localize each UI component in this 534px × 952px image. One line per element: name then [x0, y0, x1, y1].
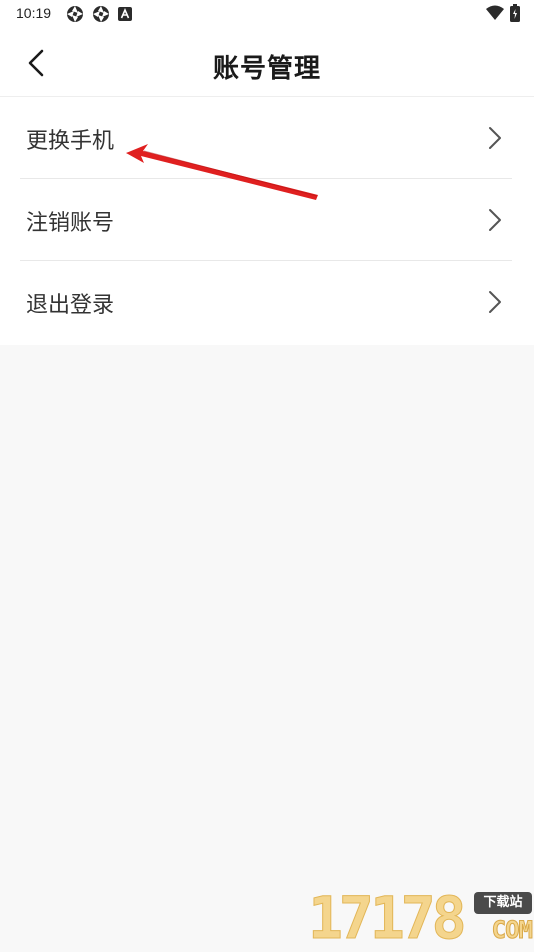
menu-item-label: 退出登录 — [26, 293, 115, 318]
menu-item-label: 更换手机 — [26, 129, 115, 154]
page-title: 账号管理 — [212, 54, 321, 84]
site-watermark: 17178 下载站 COM — [306, 884, 534, 952]
a-box-icon — [118, 7, 132, 21]
settings-menu: 更换手机 注销账号 退出登录 — [0, 97, 534, 345]
aperture-icon — [93, 6, 109, 22]
red-arrow-annotation — [126, 144, 318, 200]
aperture-icon — [67, 6, 83, 22]
battery-icon — [510, 4, 520, 22]
watermark-domain: COM — [491, 916, 533, 945]
watermark-number: 17178 — [308, 884, 468, 952]
status-time: 10:19 — [16, 5, 52, 21]
app-header: 账号管理 — [0, 28, 534, 97]
chevron-right-icon — [489, 209, 501, 231]
menu-item-label: 注销账号 — [26, 211, 115, 236]
status-icons-right — [486, 4, 520, 22]
status-bar: 10:19 — [0, 0, 534, 28]
menu-item-logout[interactable]: 退出登录 — [0, 261, 534, 343]
chevron-right-icon — [489, 127, 501, 149]
watermark-badge: 下载站 — [474, 892, 532, 914]
wifi-icon — [486, 5, 504, 20]
chevron-right-icon — [489, 291, 501, 313]
status-icons-left — [66, 5, 132, 23]
